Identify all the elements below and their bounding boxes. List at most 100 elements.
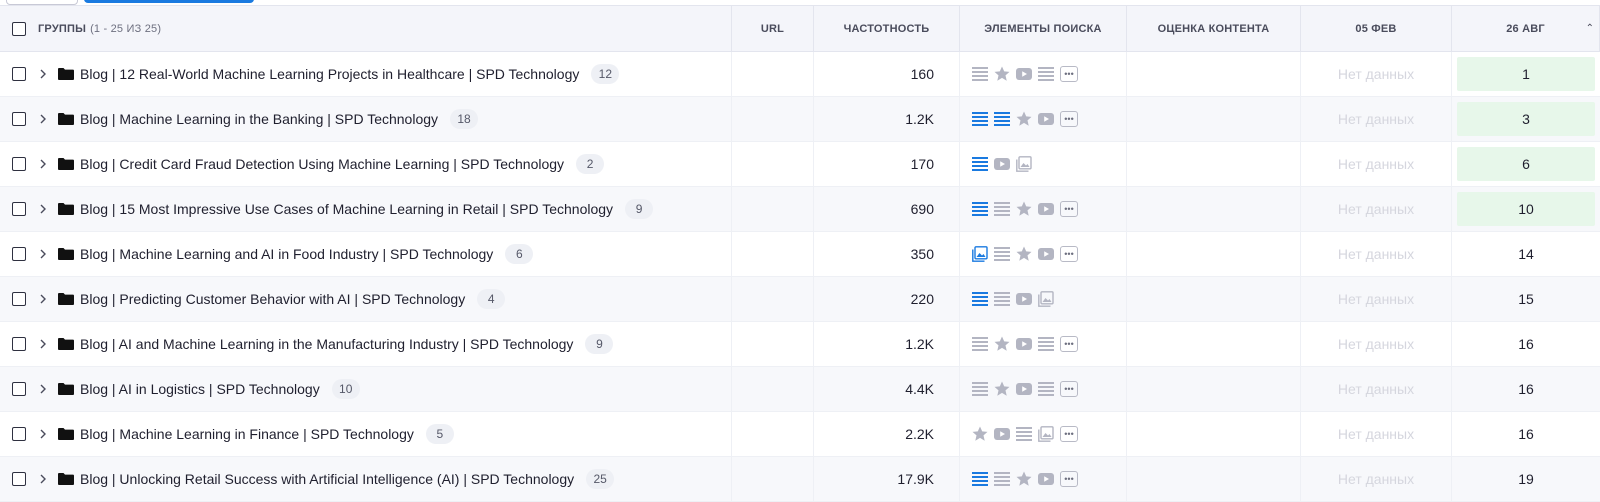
position-aug-value: 10: [1457, 192, 1595, 226]
group-title[interactable]: Blog | AI and Machine Learning in the Ma…: [80, 336, 573, 352]
more-elements-button[interactable]: •••: [1060, 201, 1078, 217]
table-row[interactable]: Blog | Machine Learning and AI in Food I…: [0, 232, 1600, 277]
group-title[interactable]: Blog | AI in Logistics | SPD Technology: [80, 381, 320, 397]
serp-featured-star-icon: [994, 336, 1010, 352]
more-elements-button[interactable]: •••: [1060, 111, 1078, 127]
group-title[interactable]: Blog | 15 Most Impressive Use Cases of M…: [80, 201, 613, 217]
position-aug-cell: 19: [1452, 457, 1600, 501]
header-date-feb[interactable]: 05 ФЕВ: [1301, 6, 1452, 51]
group-cell: Blog | 15 Most Impressive Use Cases of M…: [0, 187, 732, 231]
table-row[interactable]: Blog | AI in Logistics | SPD Technology …: [0, 367, 1600, 412]
more-elements-button[interactable]: •••: [1060, 471, 1078, 487]
group-title[interactable]: Blog | 12 Real-World Machine Learning Pr…: [80, 66, 579, 82]
chevron-right-icon[interactable]: [38, 384, 48, 394]
position-aug-value: 16: [1518, 381, 1534, 397]
chevron-right-icon[interactable]: [38, 339, 48, 349]
position-feb-cell: Нет данных: [1301, 187, 1452, 231]
serp-image-icon: [1016, 156, 1032, 172]
toolbar-button-primary[interactable]: [84, 0, 254, 3]
table-row[interactable]: Blog | Predicting Customer Behavior with…: [0, 277, 1600, 322]
frequency-cell: 1.2K: [814, 97, 960, 141]
folder-icon: [58, 338, 74, 350]
select-all-checkbox[interactable]: [12, 21, 26, 36]
group-title[interactable]: Blog | Unlocking Retail Success with Art…: [80, 471, 574, 487]
more-elements-button[interactable]: •••: [1060, 381, 1078, 397]
more-elements-button[interactable]: •••: [1060, 336, 1078, 352]
folder-icon: [58, 158, 74, 170]
chevron-right-icon[interactable]: [38, 294, 48, 304]
serp-featured-star-icon: [994, 381, 1010, 397]
table-row[interactable]: Blog | 15 Most Impressive Use Cases of M…: [0, 187, 1600, 232]
serp-featured-star-icon: [972, 426, 988, 442]
group-title[interactable]: Blog | Machine Learning and AI in Food I…: [80, 246, 493, 262]
serp-featured-star-icon: [1016, 201, 1032, 217]
header-search-elements[interactable]: ЭЛЕМЕНТЫ ПОИСКА: [960, 6, 1127, 51]
table-row[interactable]: Blog | AI and Machine Learning in the Ma…: [0, 322, 1600, 367]
serp-video-icon: [1038, 471, 1054, 487]
header-url[interactable]: URL: [732, 6, 814, 51]
serp-featured-star-icon: [1016, 111, 1032, 127]
group-title[interactable]: Blog | Predicting Customer Behavior with…: [80, 291, 465, 307]
search-elements-cell: •••: [960, 412, 1127, 456]
row-checkbox[interactable]: [12, 67, 26, 81]
more-elements-button[interactable]: •••: [1060, 426, 1078, 442]
row-checkbox[interactable]: [12, 382, 26, 396]
position-aug-cell: 3: [1452, 97, 1600, 141]
search-elements-cell: •••: [960, 322, 1127, 366]
group-cell: Blog | Predicting Customer Behavior with…: [0, 277, 732, 321]
position-feb-cell: Нет данных: [1301, 277, 1452, 321]
table-row[interactable]: Blog | Machine Learning in Finance | SPD…: [0, 412, 1600, 457]
chevron-right-icon[interactable]: [38, 159, 48, 169]
search-elements-cell: [960, 142, 1127, 186]
header-groups[interactable]: ГРУППЫ (1 - 25 ИЗ 25): [0, 6, 732, 51]
more-elements-button[interactable]: •••: [1060, 66, 1078, 82]
keyword-count-badge: 25: [586, 469, 615, 489]
content-score-cell: [1127, 412, 1301, 456]
more-elements-button[interactable]: •••: [1060, 246, 1078, 262]
header-groups-range: (1 - 25 ИЗ 25): [90, 22, 162, 35]
chevron-right-icon[interactable]: [38, 474, 48, 484]
header-content-score[interactable]: ОЦЕНКА КОНТЕНТА: [1127, 6, 1301, 51]
keyword-count-badge: 10: [331, 379, 360, 399]
serp-list-icon: [972, 381, 988, 397]
table-body: Blog | 12 Real-World Machine Learning Pr…: [0, 52, 1600, 502]
search-elements-cell: •••: [960, 52, 1127, 96]
group-title[interactable]: Blog | Credit Card Fraud Detection Using…: [80, 156, 564, 172]
position-feb-cell: Нет данных: [1301, 367, 1452, 411]
group-title[interactable]: Blog | Machine Learning in Finance | SPD…: [80, 426, 414, 442]
chevron-right-icon[interactable]: [38, 204, 48, 214]
serp-list-icon: [994, 471, 1010, 487]
keyword-count-badge: 4: [477, 289, 506, 309]
row-checkbox[interactable]: [12, 112, 26, 126]
folder-icon: [58, 293, 74, 305]
chevron-right-icon[interactable]: [38, 429, 48, 439]
table-row[interactable]: Blog | Credit Card Fraud Detection Using…: [0, 142, 1600, 187]
folder-icon: [58, 383, 74, 395]
frequency-cell: 2.2K: [814, 412, 960, 456]
chevron-right-icon[interactable]: [38, 69, 48, 79]
header-frequency[interactable]: ЧАСТОТНОСТЬ: [814, 6, 960, 51]
row-checkbox[interactable]: [12, 247, 26, 261]
keyword-count-badge: 9: [625, 199, 654, 219]
row-checkbox[interactable]: [12, 202, 26, 216]
position-feb-cell: Нет данных: [1301, 142, 1452, 186]
url-cell: [732, 97, 814, 141]
table-row[interactable]: Blog | Machine Learning in the Banking |…: [0, 97, 1600, 142]
chevron-right-icon[interactable]: [38, 249, 48, 259]
search-elements-cell: •••: [960, 187, 1127, 231]
table-row[interactable]: Blog | 12 Real-World Machine Learning Pr…: [0, 52, 1600, 97]
groups-table: ГРУППЫ (1 - 25 ИЗ 25) URL ЧАСТОТНОСТЬ ЭЛ…: [0, 5, 1600, 502]
sort-icon[interactable]: ⌃: [1586, 23, 1594, 34]
folder-icon: [58, 113, 74, 125]
row-checkbox[interactable]: [12, 472, 26, 486]
row-checkbox[interactable]: [12, 157, 26, 171]
row-checkbox[interactable]: [12, 337, 26, 351]
row-checkbox[interactable]: [12, 292, 26, 306]
table-row[interactable]: Blog | Unlocking Retail Success with Art…: [0, 457, 1600, 502]
frequency-cell: 1.2K: [814, 322, 960, 366]
row-checkbox[interactable]: [12, 427, 26, 441]
serp-video-icon: [1016, 291, 1032, 307]
chevron-right-icon[interactable]: [38, 114, 48, 124]
header-date-aug[interactable]: 26 АВГ: [1452, 6, 1600, 51]
group-title[interactable]: Blog | Machine Learning in the Banking |…: [80, 111, 438, 127]
